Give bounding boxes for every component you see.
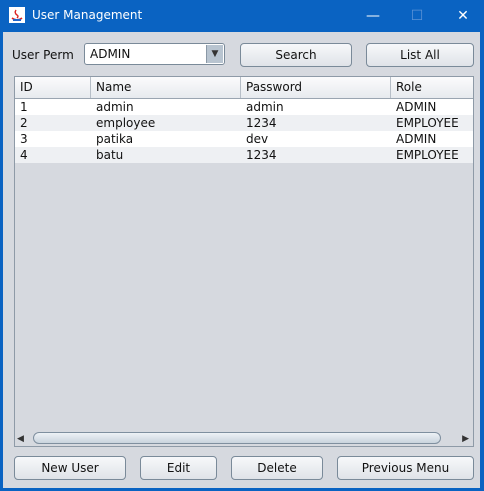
user-management-window: User Management — ☐ ✕ User Perm ADMIN ▼ …	[0, 0, 484, 491]
cell-password: admin	[246, 100, 284, 114]
cell-role: EMPLOYEE	[396, 116, 459, 130]
cell-password: 1234	[246, 148, 277, 162]
minimize-button[interactable]: —	[350, 0, 396, 32]
search-button[interactable]: Search	[240, 43, 352, 67]
cell-name: employee	[96, 116, 156, 130]
table-header: ID Name Password Role	[15, 77, 473, 99]
previous-menu-button[interactable]: Previous Menu	[337, 456, 474, 480]
table-row[interactable]: 1 admin admin ADMIN	[15, 99, 473, 115]
java-app-icon	[9, 7, 25, 23]
chevron-down-icon[interactable]: ▼	[206, 45, 223, 63]
cell-password: dev	[246, 132, 269, 146]
horizontal-scrollbar[interactable]: ◀ ▶	[15, 431, 473, 446]
maximize-button[interactable]: ☐	[394, 0, 440, 32]
column-header-name[interactable]: Name	[91, 77, 241, 98]
cell-role: EMPLOYEE	[396, 148, 459, 162]
table-row[interactable]: 2 employee 1234 EMPLOYEE	[15, 115, 473, 131]
delete-button[interactable]: Delete	[231, 456, 323, 480]
cell-name: patika	[96, 132, 134, 146]
cell-id: 1	[20, 100, 28, 114]
new-user-button[interactable]: New User	[14, 456, 126, 480]
edit-button[interactable]: Edit	[140, 456, 217, 480]
users-table[interactable]: ID Name Password Role 1 admin admin ADMI…	[14, 76, 474, 447]
scroll-right-icon[interactable]: ▶	[462, 434, 469, 444]
user-perm-label: User Perm	[12, 48, 74, 62]
scroll-left-icon[interactable]: ◀	[17, 434, 24, 444]
cell-role: ADMIN	[396, 100, 437, 114]
cell-id: 3	[20, 132, 28, 146]
cell-id: 2	[20, 116, 28, 130]
scrollbar-thumb[interactable]	[33, 432, 441, 444]
user-perm-selected-value: ADMIN	[90, 47, 131, 61]
cell-password: 1234	[246, 116, 277, 130]
column-header-role[interactable]: Role	[391, 77, 473, 98]
cell-role: ADMIN	[396, 132, 437, 146]
close-button[interactable]: ✕	[440, 0, 484, 32]
title-bar[interactable]: User Management — ☐ ✕	[0, 0, 484, 32]
cell-name: admin	[96, 100, 134, 114]
column-header-password[interactable]: Password	[241, 77, 391, 98]
table-row[interactable]: 4 batu 1234 EMPLOYEE	[15, 147, 473, 163]
column-header-id[interactable]: ID	[15, 77, 91, 98]
list-all-button[interactable]: List All	[366, 43, 474, 67]
window-title: User Management	[32, 8, 143, 22]
table-row[interactable]: 3 patika dev ADMIN	[15, 131, 473, 147]
cell-id: 4	[20, 148, 28, 162]
content-panel: User Perm ADMIN ▼ Search List All ID Nam…	[3, 32, 480, 488]
user-perm-combobox[interactable]: ADMIN ▼	[84, 43, 225, 65]
cell-name: batu	[96, 148, 124, 162]
